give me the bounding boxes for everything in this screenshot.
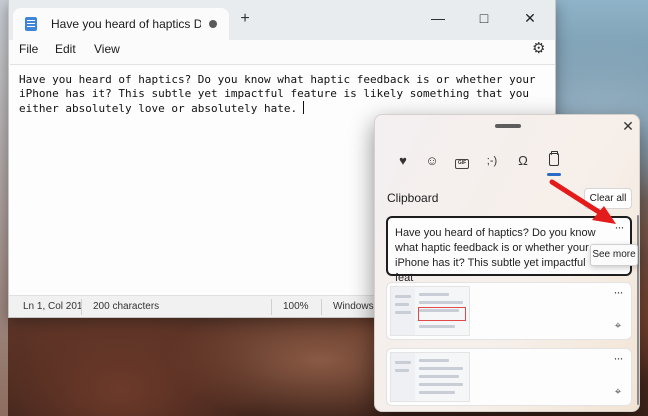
emoji-glyph: ☺ — [425, 153, 439, 168]
thumbnail-line — [395, 311, 411, 314]
menu-file[interactable]: File — [19, 40, 38, 58]
more-options-icon[interactable]: ··· — [609, 286, 627, 299]
close-icon[interactable]: ✕ — [621, 119, 635, 133]
document-tab[interactable]: Have you heard of haptics Do you k — [13, 8, 229, 40]
screenshot-thumbnail — [390, 352, 470, 402]
gear-icon[interactable]: ⚙ — [532, 40, 545, 58]
status-divider — [81, 299, 82, 315]
close-button[interactable]: ✕ — [507, 6, 553, 30]
pin-icon[interactable]: ⌖ — [611, 385, 625, 399]
minimize-button[interactable]: — — [415, 6, 461, 30]
thumbnail-line — [419, 383, 463, 386]
clipboard-glyph — [549, 151, 559, 166]
screenshot-thumbnail — [390, 286, 470, 336]
more-options-icon[interactable]: ··· — [609, 352, 627, 365]
symbols-glyph: Ω — [518, 153, 528, 168]
thumbnail-line — [395, 303, 409, 306]
thumbnail-line — [419, 325, 455, 328]
plus-icon[interactable]: + — [237, 11, 253, 27]
thumbnail-line — [419, 359, 449, 362]
clipboard-item-text: Have you heard of haptics? Do you know w… — [395, 227, 596, 284]
thumbnail-line — [419, 293, 449, 296]
thumbnail-line — [395, 295, 411, 298]
gif-glyph: GIF — [455, 159, 469, 169]
title-bar[interactable]: Have you heard of haptics Do you k + — □… — [9, 0, 555, 40]
kaomoji-icon[interactable]: ;-) — [481, 151, 503, 171]
menu-view[interactable]: View — [94, 40, 120, 58]
desktop-left-edge — [0, 0, 8, 416]
gif-icon[interactable]: GIF — [451, 151, 473, 171]
thumbnail-highlight — [418, 307, 466, 321]
thumbnail-line — [419, 301, 463, 304]
tab-title: Have you heard of haptics Do you k — [51, 17, 201, 31]
drag-handle[interactable] — [495, 124, 521, 128]
menu-edit[interactable]: Edit — [55, 40, 76, 58]
maximize-button[interactable]: □ — [461, 6, 507, 30]
notepad-icon — [25, 17, 37, 31]
status-zoom[interactable]: 100% — [283, 301, 309, 312]
symbols-icon[interactable]: Ω — [512, 151, 534, 171]
status-characters: 200 characters — [93, 301, 160, 312]
clipboard-icon[interactable] — [543, 151, 565, 171]
sticker-heart-icon[interactable]: ♥ — [392, 151, 414, 171]
pin-icon[interactable]: ⌖ — [611, 319, 625, 333]
status-position: Ln 1, Col 201 — [23, 301, 83, 312]
emoji-icon[interactable]: ☺ — [421, 151, 443, 171]
sticker-heart-glyph: ♥ — [399, 153, 407, 168]
section-title: Clipboard — [387, 191, 439, 205]
scrollbar[interactable] — [637, 215, 639, 405]
kaomoji-glyph: ;-) — [486, 155, 498, 167]
clipboard-item[interactable]: ··· ⌖ — [386, 348, 632, 406]
editor-content[interactable]: Have you heard of haptics? Do you know w… — [19, 73, 549, 116]
status-divider — [321, 299, 322, 315]
clipboard-item[interactable]: ··· ⌖ — [386, 282, 632, 340]
editor-text: Have you heard of haptics? Do you know w… — [19, 73, 543, 115]
thumbnail-line — [395, 369, 409, 372]
status-line-ending[interactable]: Windows — [333, 301, 374, 312]
menu-bar: File Edit View ⚙ — [9, 40, 555, 58]
thumbnail-line — [419, 367, 463, 370]
unsaved-dot-icon[interactable] — [209, 20, 217, 28]
thumbnail-line — [419, 391, 455, 394]
tooltip: See more — [590, 244, 638, 266]
thumbnail-line — [395, 361, 411, 364]
text-caret — [303, 101, 305, 114]
arrow-shaft — [549, 179, 605, 217]
thumbnail-line — [419, 375, 459, 378]
annotation-arrow — [549, 179, 616, 224]
status-divider — [271, 299, 272, 315]
